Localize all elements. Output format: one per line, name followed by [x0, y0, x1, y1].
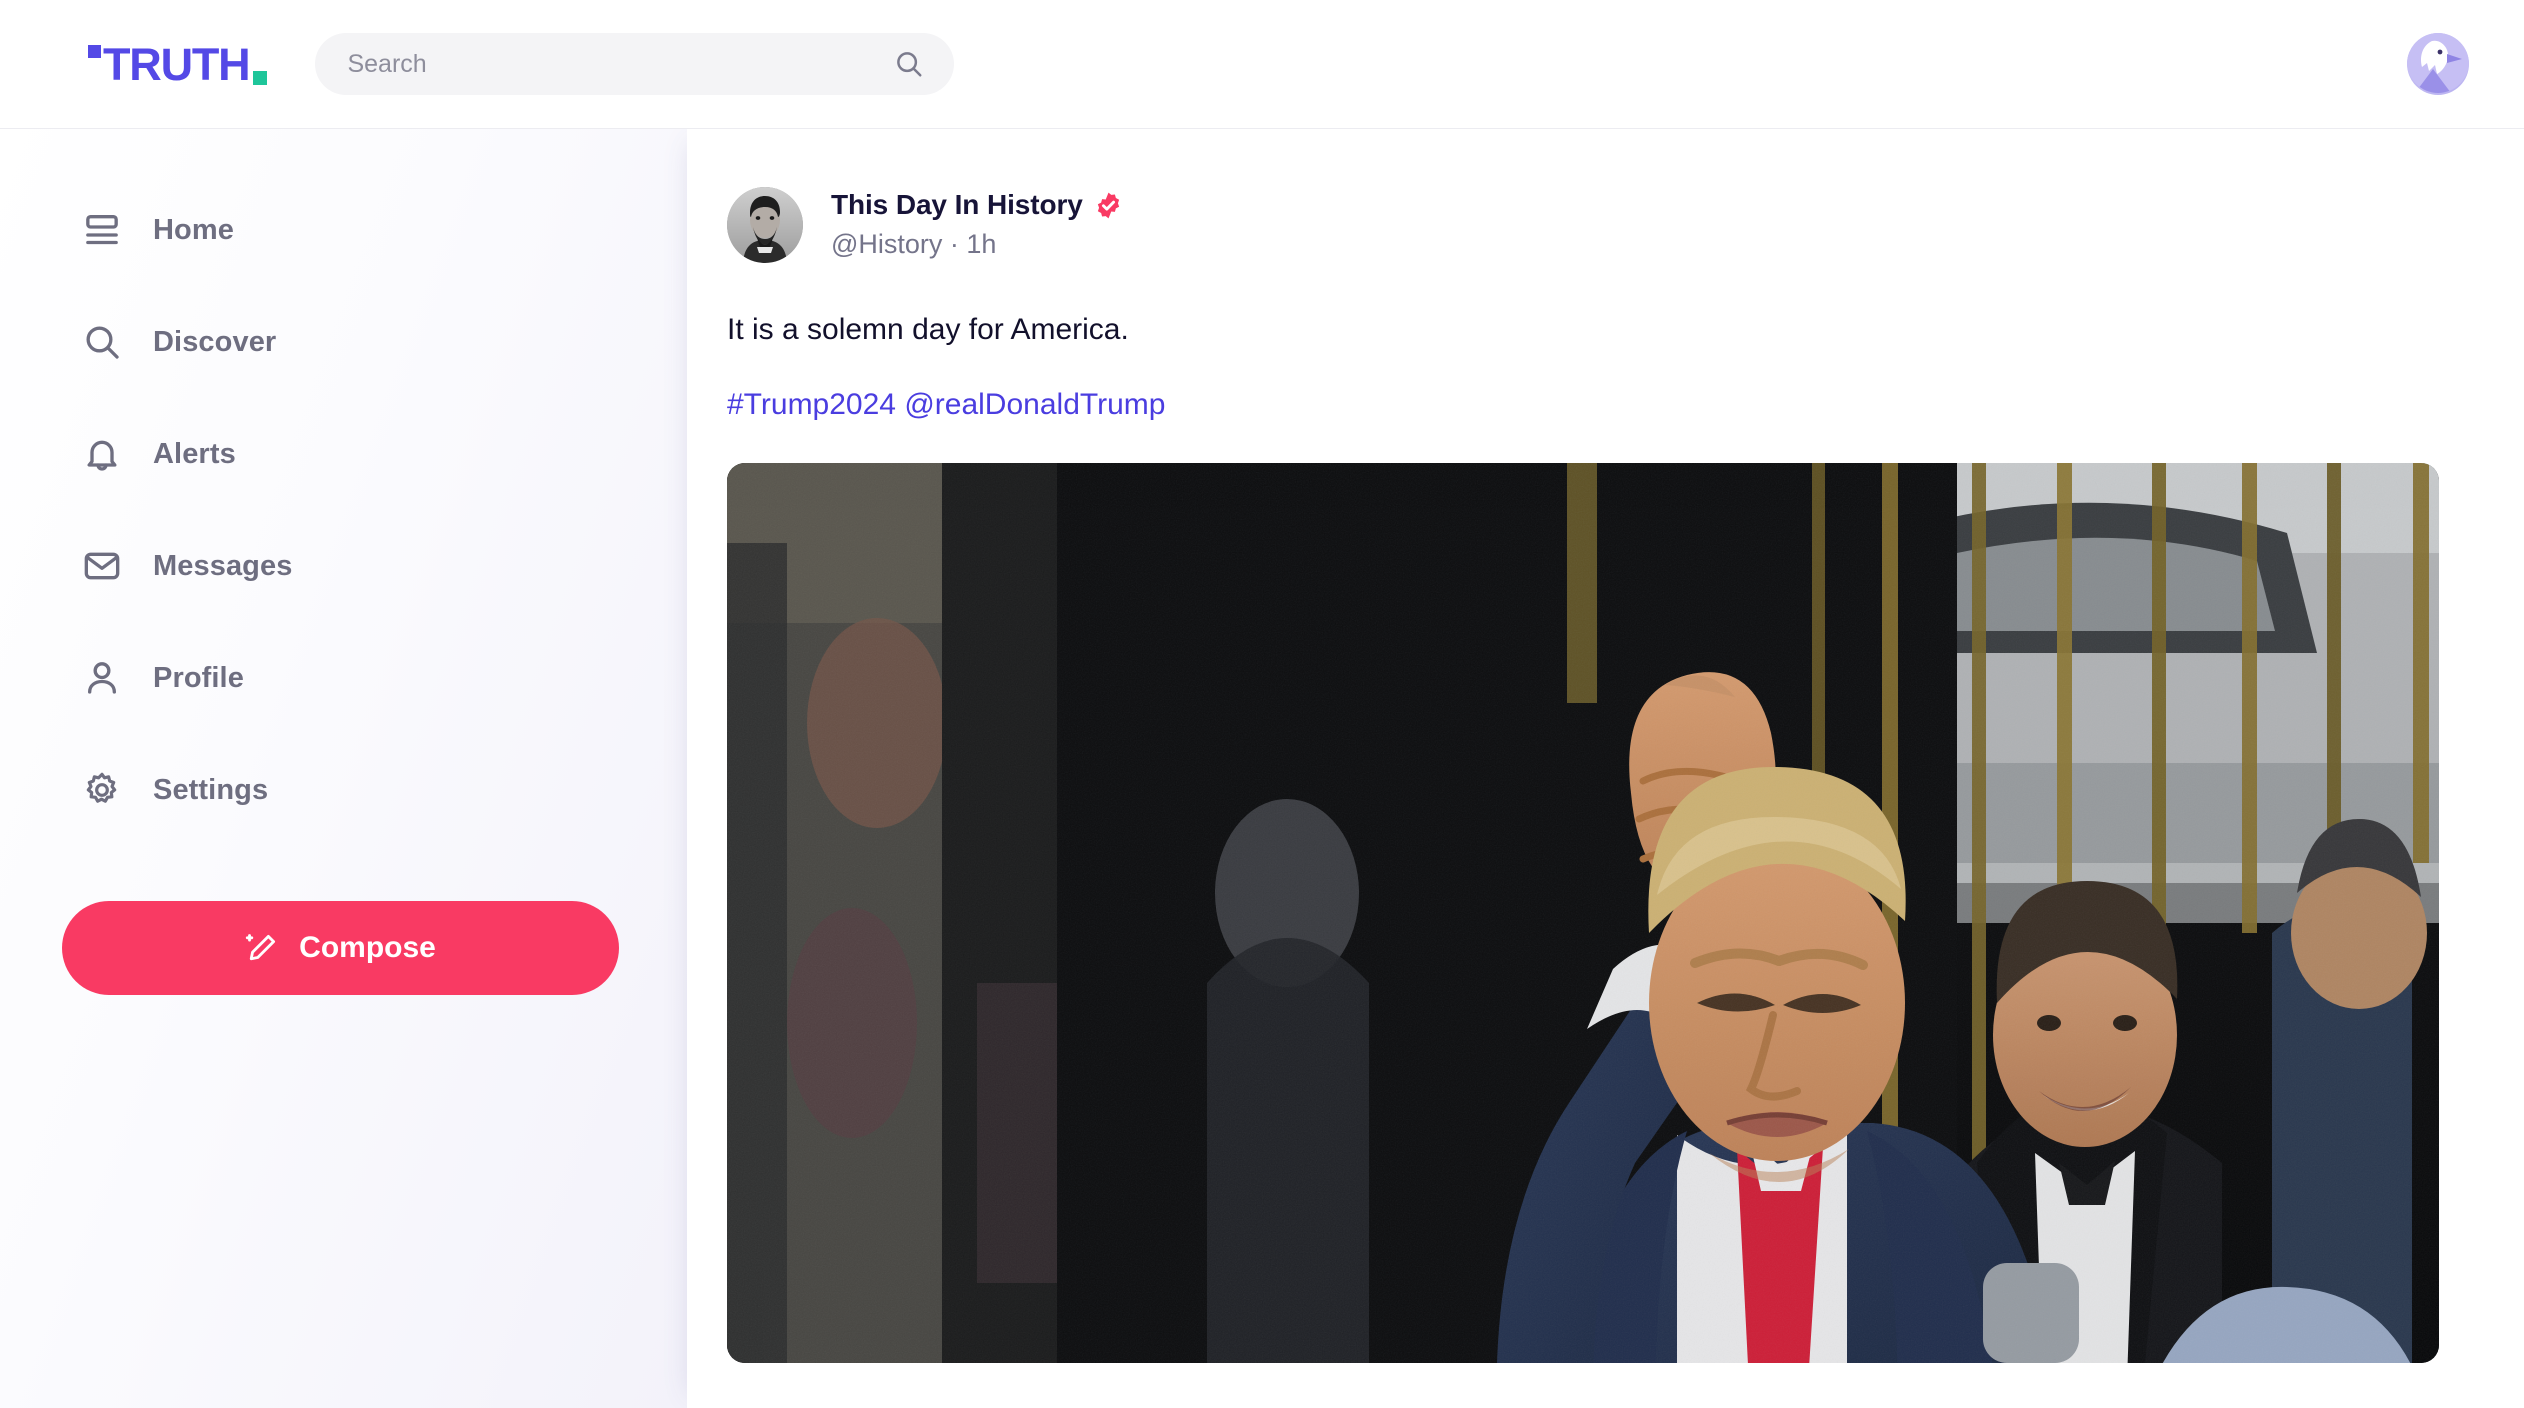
sidebar-item-home[interactable]: Home — [0, 195, 687, 265]
hashtag-link[interactable]: #Trump2024 — [727, 388, 896, 421]
sidebar-item-label: Messages — [153, 549, 293, 582]
post-body-text: It is a solemn day for America. — [727, 313, 1129, 346]
sidebar-item-profile[interactable]: Profile — [0, 643, 687, 713]
top-bar: TRUTH — [0, 0, 2524, 129]
sidebar-item-messages[interactable]: Messages — [0, 531, 687, 601]
account-avatar-button[interactable] — [2407, 33, 2469, 95]
sidebar-item-label: Home — [153, 213, 234, 246]
sidebar-nav: Home Discover Alerts Messages Profile Se… — [0, 129, 687, 1408]
truth-social-app: TRUTH Search Home Discover Alerts Messag… — [0, 0, 2524, 1408]
mention-link[interactable]: @realDonaldTrump — [904, 388, 1165, 421]
sidebar-item-label: Discover — [153, 325, 277, 358]
post-tags-line: #Trump2024 @realDonaldTrump — [727, 385, 2454, 426]
person-icon — [82, 658, 122, 698]
logo-apostrophe-mark — [88, 44, 101, 58]
sidebar-item-alerts[interactable]: Alerts — [0, 419, 687, 489]
post-card: This Day In History @History · 1h It is … — [727, 187, 2454, 1363]
feed-column: This Day In History @History · 1h It is … — [687, 129, 2524, 1408]
compose-button[interactable]: Compose — [62, 901, 619, 995]
compose-button-label: Compose — [299, 931, 436, 964]
sidebar-item-label: Alerts — [153, 437, 236, 470]
search-icon — [82, 322, 122, 362]
verified-badge-icon — [1094, 191, 1123, 220]
sidebar-item-discover[interactable]: Discover — [0, 307, 687, 377]
avatar[interactable] — [727, 187, 803, 263]
logo-period-mark — [253, 70, 268, 85]
post-meta: This Day In History @History · 1h — [831, 187, 1123, 260]
post-image[interactable] — [727, 463, 2439, 1363]
gear-icon — [82, 770, 122, 810]
search-input[interactable] — [347, 49, 895, 79]
search-bar[interactable] — [315, 33, 955, 95]
post-author-name[interactable]: This Day In History — [831, 189, 1083, 221]
post-handle-and-time: @History · 1h — [831, 229, 997, 259]
lincoln-portrait-avatar — [727, 187, 803, 263]
sidebar-item-settings[interactable]: Settings — [0, 755, 687, 825]
app-body: Home Discover Alerts Messages Profile Se… — [0, 129, 2524, 1408]
pencil-sparkle-icon — [245, 931, 279, 965]
feed-icon — [82, 210, 122, 250]
brand-logo[interactable]: TRUTH — [88, 38, 268, 90]
top-bar-right — [2407, 33, 2469, 95]
eagle-avatar-icon — [2407, 33, 2469, 95]
sidebar-item-label: Profile — [153, 661, 244, 694]
bell-icon — [82, 434, 122, 474]
post-photo — [727, 463, 2439, 1363]
post-author-line: This Day In History — [831, 189, 1123, 221]
envelope-icon — [82, 546, 122, 586]
sidebar-item-label: Settings — [153, 773, 269, 806]
search-icon[interactable] — [894, 49, 924, 79]
logo-wordmark: TRUTH — [103, 38, 251, 90]
post-header: This Day In History @History · 1h — [727, 187, 2454, 263]
